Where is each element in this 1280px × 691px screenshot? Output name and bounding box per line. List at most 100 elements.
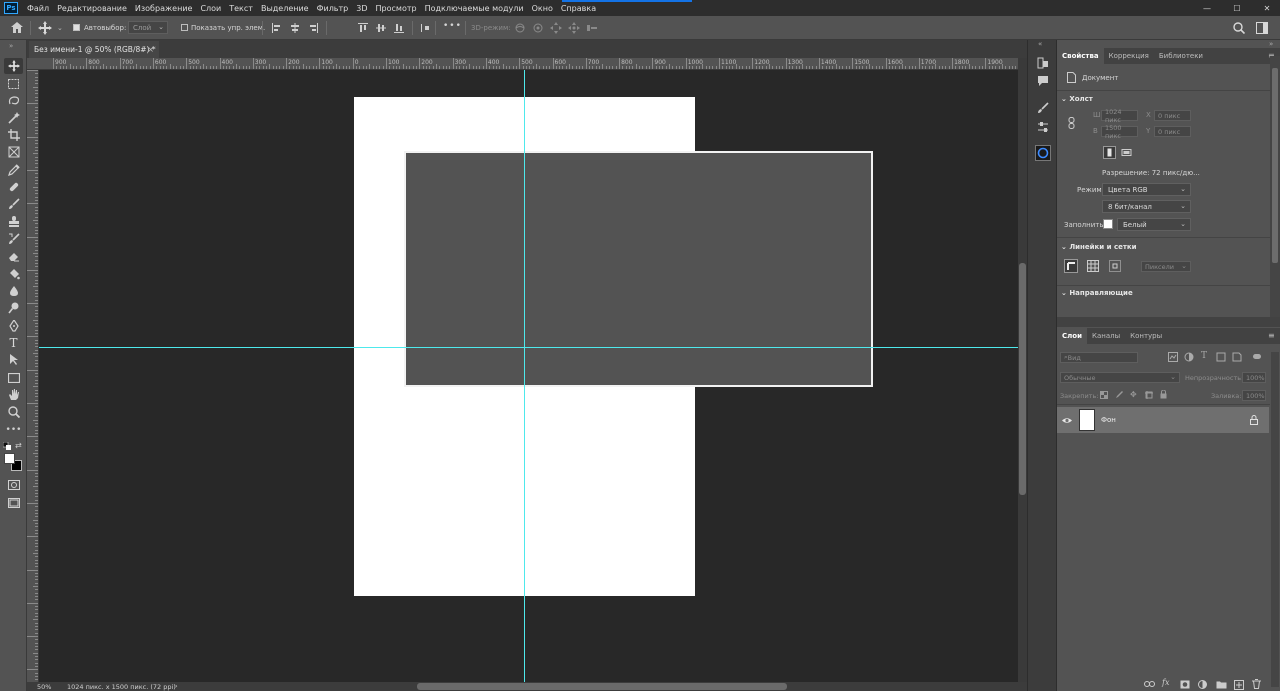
opacity-field[interactable]: 100% bbox=[1242, 372, 1266, 383]
auto-select-target-dropdown[interactable]: Слой ⌄ bbox=[128, 21, 168, 34]
search-icon[interactable] bbox=[1233, 22, 1245, 34]
link-layers-icon[interactable] bbox=[1144, 680, 1155, 688]
portrait-orientation-button[interactable] bbox=[1103, 146, 1116, 159]
lock-position-icon[interactable]: ✥ bbox=[1130, 390, 1137, 399]
horizontal-guide[interactable] bbox=[39, 347, 1018, 348]
link-icon[interactable] bbox=[1068, 117, 1075, 129]
pen-tool-button[interactable] bbox=[4, 318, 23, 334]
add-mask-icon[interactable] bbox=[1180, 680, 1190, 689]
move-tool-button[interactable] bbox=[4, 58, 23, 74]
close-tab-icon[interactable]: × bbox=[147, 45, 154, 54]
eraser-tool-button[interactable] bbox=[4, 248, 23, 264]
rulers-grids-section-header[interactable]: ⌄ Линейки и сетки bbox=[1061, 243, 1137, 251]
filter-toggle-icon[interactable] bbox=[1253, 354, 1261, 359]
rectangle-tool-button[interactable] bbox=[4, 370, 23, 386]
layer-row[interactable]: Фон bbox=[1057, 407, 1269, 433]
history-panel-icon[interactable] bbox=[1035, 55, 1051, 71]
filter-type-icon[interactable]: T bbox=[1201, 351, 1207, 361]
crop-tool-button[interactable] bbox=[4, 127, 23, 143]
menu-help[interactable]: Справка bbox=[557, 4, 600, 13]
align-left-icon[interactable] bbox=[272, 23, 282, 33]
3d-roll-icon[interactable] bbox=[532, 22, 544, 34]
filter-shape-icon[interactable] bbox=[1216, 352, 1226, 362]
frame-tool-button[interactable] bbox=[4, 144, 23, 160]
fill-opacity-field[interactable]: 100% bbox=[1242, 390, 1266, 401]
minimize-button[interactable]: — bbox=[1192, 0, 1222, 16]
lock-image-pixels-icon[interactable] bbox=[1115, 391, 1123, 399]
zoom-tool-button[interactable] bbox=[4, 404, 23, 420]
color-wheel-icon[interactable] bbox=[1035, 145, 1051, 161]
brush-tool-button[interactable] bbox=[4, 196, 23, 212]
comments-panel-icon[interactable] bbox=[1035, 73, 1051, 89]
close-button[interactable]: ✕ bbox=[1252, 0, 1280, 16]
fill-color-swatch[interactable] bbox=[1103, 219, 1113, 229]
menu-type[interactable]: Текст bbox=[225, 4, 257, 13]
align-top-icon[interactable] bbox=[358, 23, 368, 33]
3d-slide-icon[interactable] bbox=[568, 22, 580, 34]
auto-select-checkbox[interactable] bbox=[73, 24, 80, 31]
menu-edit[interactable]: Редактирование bbox=[53, 4, 131, 13]
align-bottom-icon[interactable] bbox=[394, 23, 404, 33]
paint-bucket-tool-button[interactable] bbox=[4, 266, 23, 282]
eyedropper-tool-button[interactable] bbox=[4, 162, 23, 178]
canvas-section-header[interactable]: ⌄ Холст bbox=[1061, 95, 1093, 103]
new-adjustment-layer-icon[interactable] bbox=[1198, 680, 1207, 689]
3d-scale-icon[interactable] bbox=[586, 22, 598, 34]
pixel-grid-toggle-icon[interactable] bbox=[1109, 260, 1121, 272]
horizontal-scrollbar-thumb[interactable] bbox=[417, 683, 787, 690]
type-tool-button[interactable]: T bbox=[4, 335, 23, 351]
new-group-icon[interactable] bbox=[1216, 680, 1227, 689]
collapse-dock-icon[interactable]: » bbox=[1269, 40, 1273, 48]
width-field[interactable]: 1024 пикс bbox=[1101, 108, 1138, 124]
align-middle-icon[interactable] bbox=[376, 23, 386, 33]
filter-smart-object-icon[interactable] bbox=[1232, 352, 1242, 362]
guides-section-header[interactable]: ⌄ Направляющие bbox=[1061, 289, 1133, 297]
quick-mask-icon[interactable] bbox=[4, 477, 23, 493]
menu-view[interactable]: Просмотр bbox=[372, 4, 421, 13]
filter-adjustment-icon[interactable] bbox=[1184, 352, 1194, 362]
layer-lock-icon[interactable] bbox=[1250, 415, 1258, 425]
grid-toggle-icon[interactable] bbox=[1087, 260, 1099, 272]
align-center-icon[interactable] bbox=[290, 23, 300, 33]
selected-rectangle-shape[interactable] bbox=[404, 151, 873, 387]
path-selection-tool-button[interactable] bbox=[4, 352, 23, 368]
move-tool-icon[interactable] bbox=[38, 21, 52, 35]
blur-tool-button[interactable] bbox=[4, 283, 23, 299]
horizontal-ruler[interactable]: 900 800 700 600 500 400 300 200 100 0 100 200 300 400… bbox=[27, 58, 1018, 70]
default-colors-icon[interactable] bbox=[3, 442, 11, 450]
tab-properties[interactable]: Свойства bbox=[1057, 48, 1104, 64]
y-field[interactable]: 0 пикс bbox=[1154, 126, 1191, 137]
rulers-toggle-icon[interactable] bbox=[1064, 259, 1078, 273]
blend-mode-dropdown[interactable]: Обычные ⌄ bbox=[1060, 372, 1180, 383]
ruler-units-dropdown[interactable]: Пиксели ⌄ bbox=[1141, 261, 1191, 272]
layers-panel-menu-icon[interactable]: ≡ bbox=[1268, 331, 1275, 340]
zoom-level[interactable]: 50% bbox=[37, 683, 51, 691]
document-tab[interactable]: Без имени-1 @ 50% (RGB/8#) * × bbox=[29, 41, 159, 58]
collapse-strip-icon[interactable]: « bbox=[1038, 40, 1042, 48]
distribute-left-icon[interactable] bbox=[420, 23, 430, 33]
clone-stamp-tool-button[interactable] bbox=[4, 214, 23, 230]
tab-libraries[interactable]: Библиотеки bbox=[1154, 48, 1208, 64]
swap-colors-icon[interactable]: ⇄ bbox=[15, 441, 22, 450]
status-menu-arrow-icon[interactable]: › bbox=[175, 682, 178, 690]
layers-scrollbar[interactable] bbox=[1271, 352, 1279, 687]
properties-scrollbar-thumb[interactable] bbox=[1272, 68, 1278, 263]
lock-transparent-pixels-icon[interactable] bbox=[1100, 391, 1108, 399]
menu-plugins[interactable]: Подключаемые модули bbox=[421, 4, 528, 13]
menu-window[interactable]: Окно bbox=[528, 4, 557, 13]
color-mode-dropdown[interactable]: Цвета RGB ⌄ bbox=[1102, 183, 1191, 196]
x-field[interactable]: 0 пикс bbox=[1154, 110, 1191, 121]
menu-filter[interactable]: Фильтр bbox=[313, 4, 353, 13]
vertical-ruler[interactable] bbox=[27, 70, 39, 682]
edit-toolbar-button[interactable]: ••• bbox=[4, 422, 23, 438]
screen-mode-icon[interactable] bbox=[4, 495, 23, 511]
menu-select[interactable]: Выделение bbox=[257, 4, 313, 13]
delete-layer-icon[interactable] bbox=[1252, 679, 1261, 689]
magic-wand-tool-button[interactable] bbox=[4, 110, 23, 126]
layer-name[interactable]: Фон bbox=[1101, 416, 1116, 424]
tab-adjustments[interactable]: Коррекция bbox=[1104, 48, 1154, 64]
history-brush-tool-button[interactable] bbox=[4, 231, 23, 247]
dodge-tool-button[interactable] bbox=[4, 300, 23, 316]
lock-artboard-icon[interactable] bbox=[1145, 391, 1153, 399]
3d-orbit-icon[interactable] bbox=[514, 22, 526, 34]
